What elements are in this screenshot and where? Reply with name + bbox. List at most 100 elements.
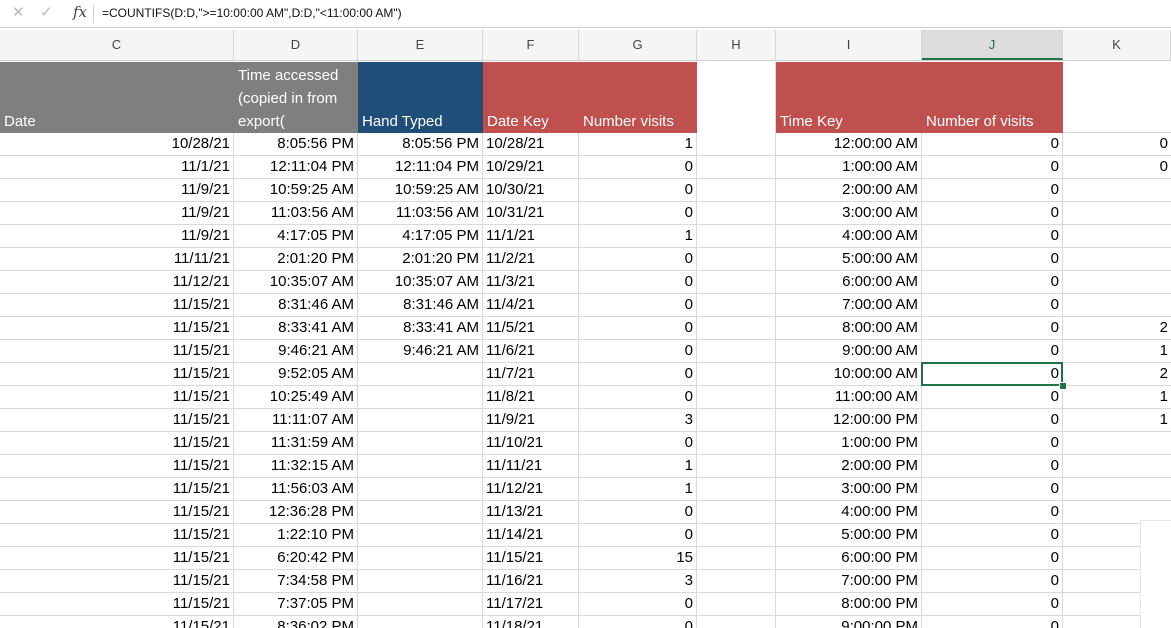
cell-j[interactable]: 0 [922,225,1063,248]
cell-c[interactable]: 11/9/21 [0,225,234,248]
cell-g[interactable]: 0 [579,363,697,386]
cell-h[interactable] [697,455,776,478]
cell-k[interactable] [1063,294,1171,317]
cell-j[interactable]: 0 [922,570,1063,593]
cell-k[interactable]: 0 [1063,156,1171,179]
cell-c[interactable]: 11/15/21 [0,409,234,432]
cell-d[interactable]: 4:17:05 PM [234,225,358,248]
cell-i[interactable]: 3:00:00 PM [776,478,922,501]
cell-h[interactable] [697,432,776,455]
cell-j[interactable]: 0 [922,547,1063,570]
cell-g[interactable]: 1 [579,225,697,248]
cell-k[interactable]: 1 [1063,386,1171,409]
cell-i[interactable]: 8:00:00 PM [776,593,922,616]
cell-f[interactable]: 11/16/21 [483,570,579,593]
cell-g[interactable]: 0 [579,432,697,455]
cell-e[interactable] [358,386,483,409]
cell-h[interactable] [697,248,776,271]
cell-j[interactable]: 0 [922,271,1063,294]
cell-k[interactable]: 0 [1063,133,1171,156]
cell-d[interactable]: 2:01:20 PM [234,248,358,271]
formula-input[interactable]: =COUNTIFS(D:D,">=10:00:00 AM",D:D,"<11:0… [102,6,402,20]
cell-c[interactable]: 11/15/21 [0,593,234,616]
cell-h[interactable] [697,409,776,432]
cell-f[interactable]: 11/17/21 [483,593,579,616]
cell-g[interactable]: 0 [579,317,697,340]
cell-g[interactable]: 1 [579,455,697,478]
cell-e[interactable]: 4:17:05 PM [358,225,483,248]
cell-j[interactable]: 0 [922,455,1063,478]
header-number-of-visits[interactable]: Number of visits [922,62,1063,133]
cell-e[interactable] [358,409,483,432]
cell-h[interactable] [697,363,776,386]
cell-f[interactable]: 11/4/21 [483,294,579,317]
cell-f[interactable]: 10/29/21 [483,156,579,179]
cell-e[interactable] [358,363,483,386]
cell-e[interactable]: 8:05:56 PM [358,133,483,156]
fill-handle[interactable] [1059,382,1067,390]
cell-i[interactable]: 12:00:00 AM [776,133,922,156]
cell-e[interactable]: 8:33:41 AM [358,317,483,340]
cell-j[interactable]: 0 [922,432,1063,455]
cell-e[interactable]: 2:01:20 PM [358,248,483,271]
cell-f[interactable]: 11/6/21 [483,340,579,363]
cell-f[interactable]: 11/13/21 [483,501,579,524]
column-header-d[interactable]: D [234,30,358,60]
cell-i[interactable]: 4:00:00 PM [776,501,922,524]
cell-d[interactable]: 11:32:15 AM [234,455,358,478]
cell-i[interactable]: 2:00:00 PM [776,455,922,478]
cell-g[interactable]: 0 [579,524,697,547]
cell-k[interactable]: 2 [1063,363,1171,386]
cell-f[interactable]: 11/10/21 [483,432,579,455]
cell-c[interactable]: 11/15/21 [0,294,234,317]
cell-f[interactable]: 11/5/21 [483,317,579,340]
cell-d[interactable]: 12:11:04 PM [234,156,358,179]
cell-c[interactable]: 11/9/21 [0,179,234,202]
cell-c[interactable]: 11/15/21 [0,501,234,524]
cell-f[interactable]: 11/15/21 [483,547,579,570]
cell-h[interactable] [697,202,776,225]
cell-g[interactable]: 1 [579,133,697,156]
cell-d[interactable]: 7:34:58 PM [234,570,358,593]
cell-c[interactable]: 11/15/21 [0,317,234,340]
cell-f[interactable]: 11/1/21 [483,225,579,248]
cell-i[interactable]: 1:00:00 PM [776,432,922,455]
cell-e[interactable]: 10:59:25 AM [358,179,483,202]
cell-h[interactable] [697,616,776,628]
cell-j[interactable]: 0 [922,317,1063,340]
cell-g[interactable]: 0 [579,179,697,202]
cell-j[interactable]: 0 [922,202,1063,225]
cell-f[interactable]: 10/31/21 [483,202,579,225]
column-header-j[interactable]: J [922,30,1063,60]
confirm-icon[interactable]: ✓ [40,4,53,22]
cell-d[interactable]: 8:36:02 PM [234,616,358,628]
cell-e[interactable]: 12:11:04 PM [358,156,483,179]
cell-f[interactable]: 11/14/21 [483,524,579,547]
cell-i[interactable]: 7:00:00 AM [776,294,922,317]
cell-c[interactable]: 11/9/21 [0,202,234,225]
cell-g[interactable]: 15 [579,547,697,570]
column-header-k[interactable]: K [1063,30,1171,60]
cell-g[interactable]: 0 [579,271,697,294]
column-header-c[interactable]: C [0,30,234,60]
cell-d[interactable]: 10:25:49 AM [234,386,358,409]
cell-j[interactable]: 0 [922,409,1063,432]
column-header-i[interactable]: I [776,30,922,60]
cell-j[interactable]: 0 [922,133,1063,156]
cell-i[interactable]: 10:00:00 AM [776,363,922,386]
cell-c[interactable]: 11/15/21 [0,570,234,593]
cell-c[interactable]: 10/28/21 [0,133,234,156]
column-header-h[interactable]: H [697,30,776,60]
cell-d[interactable]: 11:56:03 AM [234,478,358,501]
cell-c[interactable]: 11/15/21 [0,363,234,386]
cell-i[interactable]: 9:00:00 PM [776,616,922,628]
cell-h[interactable] [697,225,776,248]
cell-k[interactable]: 1 [1063,340,1171,363]
header-empty-h[interactable] [697,62,776,133]
cell-j[interactable]: 0 [922,248,1063,271]
cell-j[interactable]: 0 [922,294,1063,317]
cell-e[interactable] [358,455,483,478]
cell-g[interactable]: 0 [579,202,697,225]
cell-e[interactable]: 8:31:46 AM [358,294,483,317]
cell-h[interactable] [697,501,776,524]
